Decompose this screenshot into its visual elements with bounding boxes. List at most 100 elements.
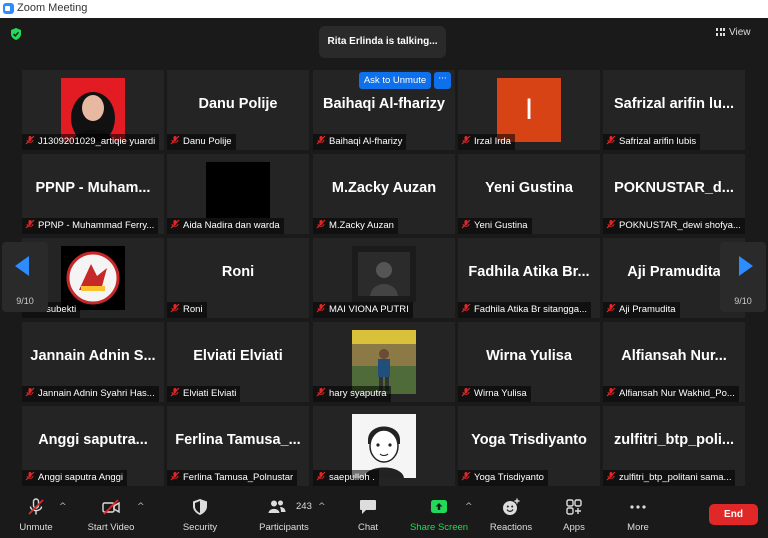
security-button[interactable]: Security [176,490,224,538]
share-screen-icon [431,500,447,513]
participant-tile[interactable]: Aida Nadira dan warda [167,154,309,234]
participant-display-name: Yoga Trisdiyanto [471,432,587,448]
more-button[interactable]: More [616,490,660,538]
participant-display-name: Ferlina Tamusa_... [175,432,301,448]
muted-mic-icon [25,219,35,229]
participant-display-name: Baihaqi Al-fharizy [323,96,445,112]
participant-tile[interactable]: Yoga Trisdiyanto Yoga Trisdiyanto [458,406,600,486]
reactions-label: Reactions [489,522,533,533]
participant-display-name: Elviati Elviati [193,348,283,364]
muted-mic-icon [316,303,326,313]
participant-tile[interactable]: Jannain Adnin S... Jannain Adnin Syahri … [22,322,164,402]
participant-tile[interactable]: Ferlina Tamusa_... Ferlina Tamusa_Polnus… [167,406,309,486]
participant-name-label: Wirna Yulisa [458,386,531,402]
muted-mic-icon [461,219,471,229]
tile-more-options-button[interactable]: ··· [434,72,451,89]
participant-name-label: Elviati Elviati [167,386,241,402]
participant-tile[interactable]: Wirna Yulisa Wirna Yulisa [458,322,600,402]
participant-name-label: zulfitri_btp_politani sama... [603,470,736,486]
view-button[interactable]: View [716,27,751,38]
participant-photo [352,246,416,302]
participant-name-label: Safrizal arifin lubis [603,134,701,150]
participant-tile[interactable]: Anggi saputra... Anggi saputra Anggi [22,406,164,486]
participants-options-caret-icon[interactable]: ^ [318,502,326,512]
encryption-shield-icon[interactable] [10,28,22,40]
participant-name-label: POKNUSTAR_dewi shofya... [603,218,745,234]
participant-tile[interactable]: MAI VIONA PUTRI [313,238,455,318]
participant-display-name: M.Zacky Auzan [331,180,437,196]
next-page-button[interactable]: 9/10 [720,242,766,312]
muted-mic-icon [170,219,180,229]
participant-tile[interactable]: Roni Roni [167,238,309,318]
unmute-button[interactable]: Unmute [12,490,60,538]
participants-count: 243 [296,501,312,512]
start-video-label: Start Video [87,522,135,533]
participant-name-label: Jannain Adnin Syahri Has... [22,386,159,402]
participant-tile[interactable]: J1309201029_artiqie yuardi [22,70,164,150]
apps-button[interactable]: Apps [552,490,596,538]
participant-tile[interactable]: PPNP - Muham... PPNP - Muhammad Ferry... [22,154,164,234]
meeting-toolbar: Unmute ^ Start Video ^ Security 243 Part… [0,490,768,538]
participants-label: Participants [259,522,309,533]
gallery-view: J1309201029_artiqie yuardi Danu Polije D… [0,66,768,486]
muted-mic-icon [170,303,180,313]
participant-tile[interactable]: Elviati Elviati Elviati Elviati [167,322,309,402]
participant-photo [352,330,416,394]
apps-icon [566,499,582,515]
video-off-icon [102,499,120,515]
page-indicator: 9/10 [16,296,34,306]
participant-tile[interactable]: hary syaputra [313,322,455,402]
video-options-caret-icon[interactable]: ^ [137,502,145,512]
chat-button[interactable]: Chat [346,490,390,538]
participant-tile[interactable]: POKNUSTAR_d... POKNUSTAR_dewi shofya... [603,154,745,234]
share-screen-button[interactable]: Share Screen [408,490,470,538]
muted-mic-icon [170,387,180,397]
participant-display-name: zulfitri_btp_poli... [613,432,735,448]
participant-name-label: Danu Polije [167,134,236,150]
share-options-caret-icon[interactable]: ^ [465,502,473,512]
share-screen-label: Share Screen [409,522,469,533]
previous-page-button[interactable]: 9/10 [2,242,48,312]
security-shield-icon [193,499,207,515]
page-indicator: 9/10 [734,296,752,306]
apps-label: Apps [563,522,585,533]
participant-display-name: Roni [221,264,255,280]
ask-to-unmute-button[interactable]: Ask to Unmute [359,72,431,89]
participant-tile[interactable]: saepulloh . [313,406,455,486]
zoom-logo-icon [3,3,14,14]
participant-tile[interactable]: zulfitri_btp_poli... zulfitri_btp_polita… [603,406,745,486]
participant-tile[interactable]: Danu Polije Danu Polije [167,70,309,150]
participant-display-name: Danu Polije [198,96,278,112]
participant-display-name: PPNP - Muham... [35,180,151,196]
participant-name-label: Anggi saputra Anggi [22,470,128,486]
participants-icon [268,500,286,513]
end-meeting-button[interactable]: End [709,504,758,525]
participant-display-name: POKNUSTAR_d... [614,180,734,196]
security-label: Security [182,522,218,533]
muted-mic-icon [316,219,326,229]
participant-name-label: Alfiansah Nur Wakhid_Po... [603,386,739,402]
start-video-button[interactable]: Start Video [80,490,142,538]
participant-tile[interactable]: Safrizal arifin lu... Safrizal arifin lu… [603,70,745,150]
participant-name-label: Ferlina Tamusa_Polnustar [167,470,298,486]
grid-view-icon [716,28,725,36]
muted-mic-icon [25,135,35,145]
participant-tile[interactable]: M.Zacky Auzan M.Zacky Auzan [313,154,455,234]
reactions-button[interactable]: Reactions [484,490,538,538]
participant-display-name: Fadhila Atika Br... [468,264,590,280]
participant-tile[interactable]: Fadhila Atika Br... Fadhila Atika Br sit… [458,238,600,318]
audio-options-caret-icon[interactable]: ^ [59,502,67,512]
participant-tile[interactable]: Yeni Gustina Yeni Gustina [458,154,600,234]
participant-avatar: I [497,78,561,142]
participant-name-label: J1309201029_artiqie yuardi [22,134,160,150]
participants-button[interactable]: 243 Participants [254,490,314,538]
participant-logo-photo [61,246,125,310]
participant-name-label: Aida Nadira dan warda [167,218,284,234]
participant-tile[interactable]: Alfiansah Nur... Alfiansah Nur Wakhid_Po… [603,322,745,402]
muted-mic-icon [461,471,471,481]
participant-display-name: Yeni Gustina [485,180,573,196]
participant-photo [61,78,125,142]
participant-tile[interactable]: I Irzal Irda [458,70,600,150]
participant-display-name: Jannain Adnin S... [30,348,156,364]
chevron-left-icon [15,256,29,276]
